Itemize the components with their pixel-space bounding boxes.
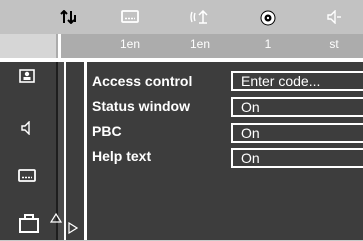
menu-item-pbc-label[interactable]: PBC [92, 121, 122, 141]
speaker-icon [322, 9, 346, 27]
angle-icon [188, 9, 212, 27]
menu-column [66, 62, 84, 240]
access-control-field[interactable]: Enter code... [231, 71, 363, 91]
speaker-icon[interactable] [14, 120, 40, 142]
angle-value: 1 [264, 37, 272, 51]
audio-language-icon [58, 9, 82, 27]
person-icon[interactable] [14, 68, 40, 90]
status-window-value[interactable]: On [231, 97, 363, 117]
settings-divider [84, 62, 87, 240]
menu-item-help-text-label[interactable]: Help text [92, 146, 151, 166]
help-text-value[interactable]: On [231, 148, 363, 168]
up-arrow-icon [49, 212, 63, 225]
subtitle-icon[interactable] [14, 168, 40, 190]
disc-icon [256, 10, 280, 29]
menu-item-status-window-label[interactable]: Status window [92, 96, 190, 116]
menu-item-access-control-label[interactable]: Access control [92, 71, 192, 91]
status-bar: 1en 1en 1 st [0, 0, 363, 58]
subtitle-icon [118, 10, 142, 27]
sound-value: st [329, 37, 339, 51]
pbc-value[interactable]: On [231, 123, 363, 143]
briefcase-icon[interactable] [14, 212, 44, 240]
right-arrow-icon [68, 221, 79, 236]
status-bar-divider [58, 34, 61, 58]
status-bar-left-panel [0, 34, 56, 58]
audio-value: 1en [189, 37, 211, 51]
status-bar-icons [0, 0, 363, 34]
subtitle-value: 1en [119, 37, 141, 51]
